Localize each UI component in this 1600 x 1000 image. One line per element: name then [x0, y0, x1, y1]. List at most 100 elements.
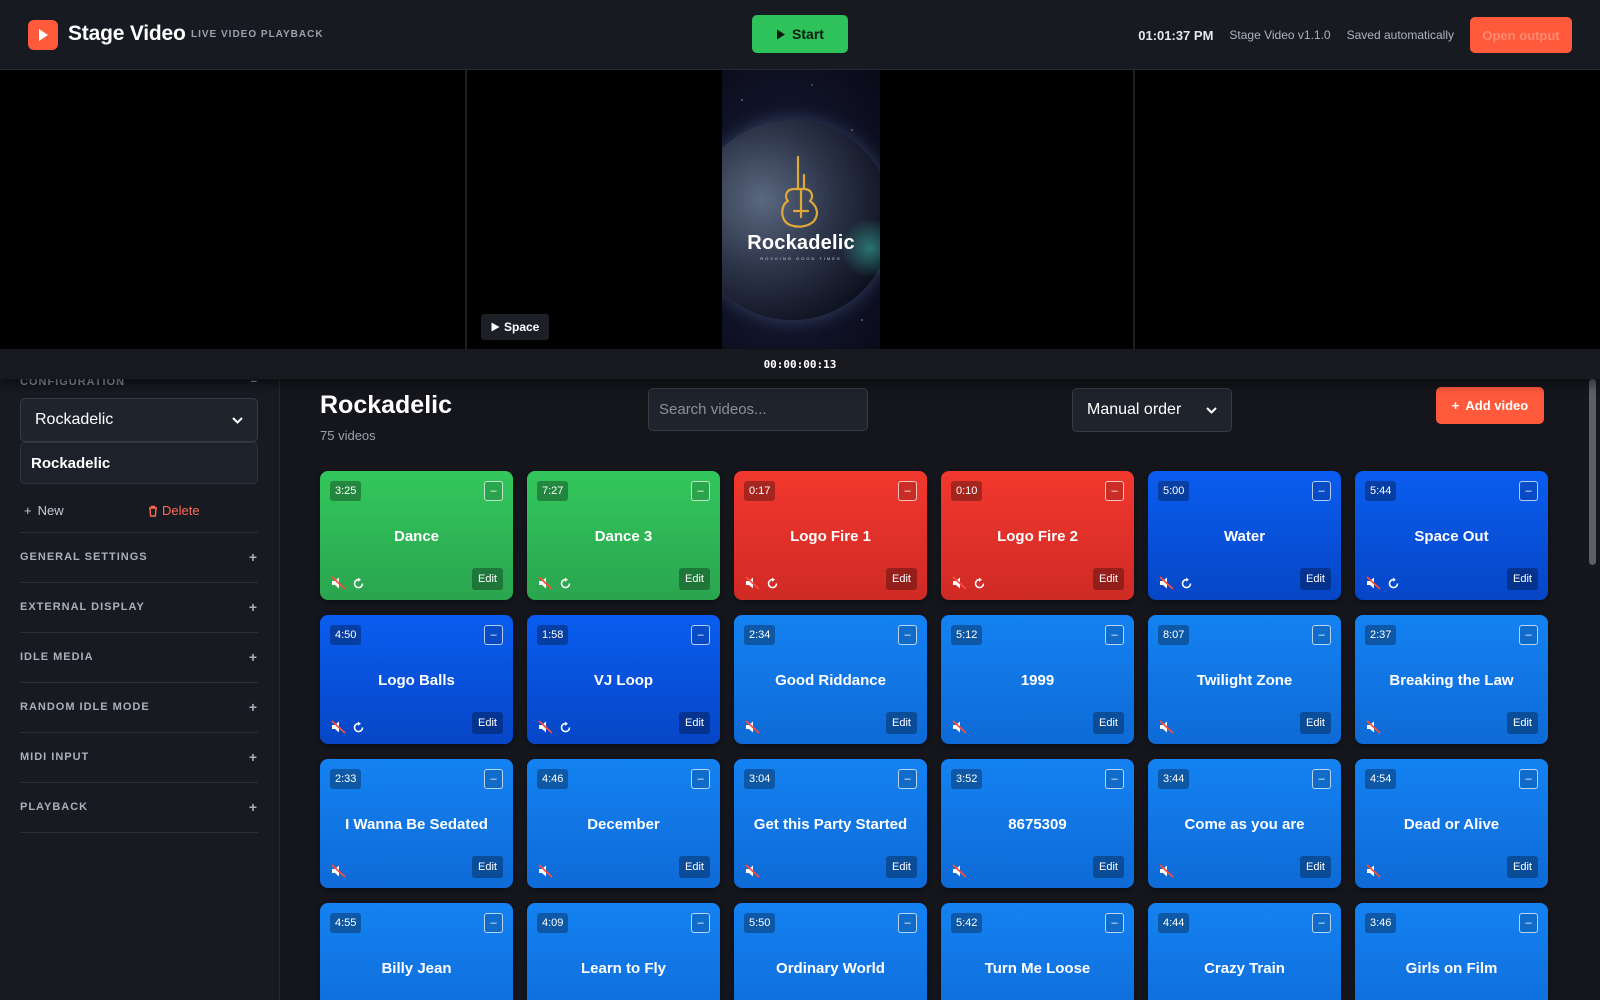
- mute-icon[interactable]: [1159, 864, 1174, 878]
- edit-video-button[interactable]: Edit: [679, 712, 710, 734]
- edit-video-button[interactable]: Edit: [1093, 856, 1124, 878]
- sidebar-section-random-idle-mode[interactable]: RANDOM IDLE MODE +: [20, 682, 258, 732]
- mute-icon[interactable]: [538, 720, 553, 734]
- remove-video-button[interactable]: –: [1312, 769, 1331, 789]
- search-input[interactable]: [648, 388, 868, 431]
- mute-icon[interactable]: [745, 720, 760, 734]
- video-card[interactable]: 2:37 – Breaking the Law Edit: [1355, 615, 1548, 744]
- edit-video-button[interactable]: Edit: [472, 712, 503, 734]
- video-card[interactable]: 5:12 – 1999 Edit: [941, 615, 1134, 744]
- remove-video-button[interactable]: –: [1312, 625, 1331, 645]
- sidebar-section-general-settings[interactable]: GENERAL SETTINGS +: [20, 532, 258, 582]
- loop-icon[interactable]: [559, 721, 572, 734]
- configuration-name-field[interactable]: Rockadelic: [20, 442, 258, 484]
- video-card[interactable]: 3:44 – Come as you are Edit: [1148, 759, 1341, 888]
- edit-video-button[interactable]: Edit: [1300, 568, 1331, 590]
- sidebar-section-midi-input[interactable]: MIDI INPUT +: [20, 732, 258, 782]
- edit-video-button[interactable]: Edit: [679, 568, 710, 590]
- remove-video-button[interactable]: –: [691, 769, 710, 789]
- edit-video-button[interactable]: Edit: [886, 568, 917, 590]
- mute-icon[interactable]: [952, 720, 967, 734]
- video-card[interactable]: 4:54 – Dead or Alive Edit: [1355, 759, 1548, 888]
- sidebar-section-external-display[interactable]: EXTERNAL DISPLAY +: [20, 582, 258, 632]
- video-card[interactable]: 1:58 – VJ Loop Edit: [527, 615, 720, 744]
- open-output-button[interactable]: Open output: [1470, 17, 1572, 53]
- edit-video-button[interactable]: Edit: [472, 568, 503, 590]
- loop-icon[interactable]: [1387, 577, 1400, 590]
- remove-video-button[interactable]: –: [484, 769, 503, 789]
- loop-icon[interactable]: [352, 721, 365, 734]
- remove-video-button[interactable]: –: [1312, 481, 1331, 501]
- edit-video-button[interactable]: Edit: [886, 712, 917, 734]
- video-card[interactable]: 5:44 – Space Out Edit: [1355, 471, 1548, 600]
- remove-video-button[interactable]: –: [484, 625, 503, 645]
- space-shortcut-badge[interactable]: Space: [481, 314, 550, 340]
- video-card[interactable]: 2:34 – Good Riddance Edit: [734, 615, 927, 744]
- remove-video-button[interactable]: –: [1105, 625, 1124, 645]
- edit-video-button[interactable]: Edit: [1093, 568, 1124, 590]
- mute-icon[interactable]: [745, 576, 760, 590]
- video-card[interactable]: 4:55–Billy JeanEdit: [320, 903, 513, 1000]
- delete-configuration-button[interactable]: Delete: [148, 503, 200, 518]
- mute-icon[interactable]: [538, 864, 553, 878]
- video-card[interactable]: 2:33 – I Wanna Be Sedated Edit: [320, 759, 513, 888]
- sidebar-section-playback[interactable]: PLAYBACK +: [20, 782, 258, 832]
- remove-video-button[interactable]: –: [691, 481, 710, 501]
- loop-icon[interactable]: [766, 577, 779, 590]
- loop-icon[interactable]: [559, 577, 572, 590]
- remove-video-button[interactable]: –: [898, 769, 917, 789]
- video-card[interactable]: 3:52 – 8675309 Edit: [941, 759, 1134, 888]
- remove-video-button[interactable]: –: [1105, 913, 1124, 933]
- configuration-select[interactable]: Rockadelic: [20, 398, 258, 442]
- remove-video-button[interactable]: –: [898, 481, 917, 501]
- remove-video-button[interactable]: –: [1519, 625, 1538, 645]
- video-card[interactable]: 4:46 – December Edit: [527, 759, 720, 888]
- remove-video-button[interactable]: –: [484, 913, 503, 933]
- mute-icon[interactable]: [538, 576, 553, 590]
- sort-order-select[interactable]: Manual order: [1072, 388, 1232, 432]
- scrollbar[interactable]: [1585, 379, 1600, 1000]
- mute-icon[interactable]: [331, 576, 346, 590]
- mute-icon[interactable]: [331, 864, 346, 878]
- edit-video-button[interactable]: Edit: [1300, 712, 1331, 734]
- mute-icon[interactable]: [1366, 720, 1381, 734]
- remove-video-button[interactable]: –: [691, 913, 710, 933]
- video-card[interactable]: 4:09–Learn to FlyEdit: [527, 903, 720, 1000]
- edit-video-button[interactable]: Edit: [1093, 712, 1124, 734]
- remove-video-button[interactable]: –: [1312, 913, 1331, 933]
- video-preview[interactable]: Rockadelic ROCKING GOOD TIMES: [722, 70, 880, 349]
- edit-video-button[interactable]: Edit: [679, 856, 710, 878]
- video-card[interactable]: 3:25 – Dance Edit: [320, 471, 513, 600]
- edit-video-button[interactable]: Edit: [472, 856, 503, 878]
- video-card[interactable]: 4:50 – Logo Balls Edit: [320, 615, 513, 744]
- remove-video-button[interactable]: –: [484, 481, 503, 501]
- edit-video-button[interactable]: Edit: [1300, 856, 1331, 878]
- mute-icon[interactable]: [745, 864, 760, 878]
- scrollbar-thumb[interactable]: [1589, 379, 1596, 565]
- loop-icon[interactable]: [352, 577, 365, 590]
- edit-video-button[interactable]: Edit: [1507, 568, 1538, 590]
- remove-video-button[interactable]: –: [898, 625, 917, 645]
- new-configuration-button[interactable]: + New: [24, 503, 64, 518]
- video-card[interactable]: 5:42–Turn Me LooseEdit: [941, 903, 1134, 1000]
- remove-video-button[interactable]: –: [1519, 913, 1538, 933]
- loop-icon[interactable]: [973, 577, 986, 590]
- video-card[interactable]: 8:07 – Twilight Zone Edit: [1148, 615, 1341, 744]
- video-card[interactable]: 3:46–Girls on FilmEdit: [1355, 903, 1548, 1000]
- video-card[interactable]: 0:10 – Logo Fire 2 Edit: [941, 471, 1134, 600]
- edit-video-button[interactable]: Edit: [1507, 856, 1538, 878]
- video-card[interactable]: 0:17 – Logo Fire 1 Edit: [734, 471, 927, 600]
- mute-icon[interactable]: [1159, 720, 1174, 734]
- video-card[interactable]: 5:50–Ordinary WorldEdit: [734, 903, 927, 1000]
- mute-icon[interactable]: [952, 864, 967, 878]
- remove-video-button[interactable]: –: [691, 625, 710, 645]
- video-card[interactable]: 5:00 – Water Edit: [1148, 471, 1341, 600]
- mute-icon[interactable]: [331, 720, 346, 734]
- sidebar-section-idle-media[interactable]: IDLE MEDIA +: [20, 632, 258, 682]
- remove-video-button[interactable]: –: [1105, 769, 1124, 789]
- video-card[interactable]: 3:04 – Get this Party Started Edit: [734, 759, 927, 888]
- remove-video-button[interactable]: –: [1519, 481, 1538, 501]
- remove-video-button[interactable]: –: [1519, 769, 1538, 789]
- edit-video-button[interactable]: Edit: [886, 856, 917, 878]
- start-button[interactable]: Start: [752, 15, 848, 53]
